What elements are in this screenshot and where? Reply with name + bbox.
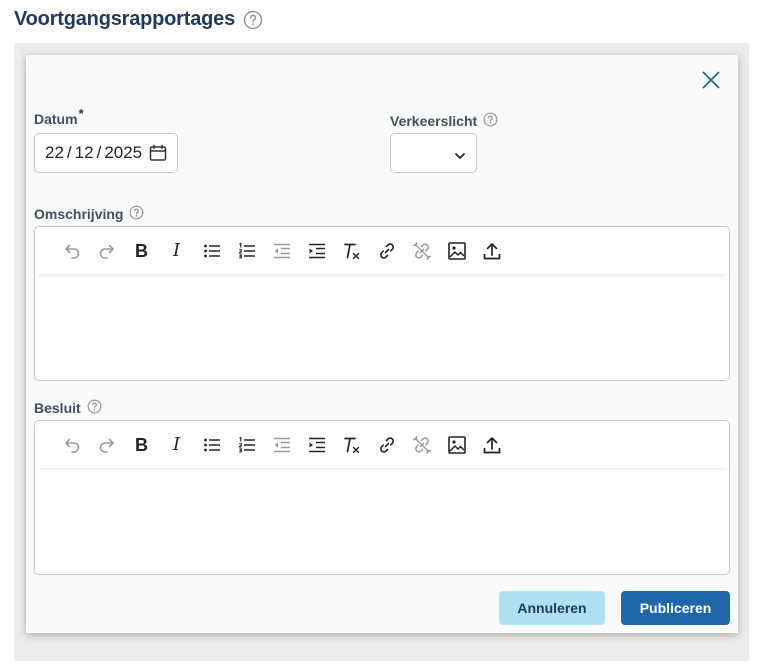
unlink-icon <box>412 241 431 261</box>
close-icon <box>702 71 720 89</box>
indent-icon <box>308 243 325 259</box>
italic-icon: I <box>172 434 181 455</box>
help-icon[interactable] <box>483 112 498 130</box>
clear-format-button[interactable] <box>334 236 369 266</box>
unlink-button[interactable] <box>404 236 439 266</box>
numbered-list-icon <box>238 436 255 453</box>
help-icon[interactable] <box>87 399 102 417</box>
traffic-light-select[interactable] <box>390 133 477 173</box>
page-header: Voortgangsrapportages <box>14 8 263 31</box>
description-label: Omschrijving <box>34 205 144 223</box>
required-marker: * <box>78 105 84 121</box>
clear-format-icon <box>343 243 359 260</box>
bold-icon: B <box>135 241 148 261</box>
indent-button[interactable] <box>299 236 334 266</box>
date-label: Datum * <box>34 105 84 128</box>
date-separator: / <box>66 143 72 162</box>
upload-icon <box>483 437 500 454</box>
undo-icon <box>64 438 79 453</box>
upload-icon <box>483 243 500 260</box>
page-title: Voortgangsrapportages <box>14 8 236 30</box>
indent-button[interactable] <box>299 430 334 460</box>
bullet-list-icon <box>203 244 220 258</box>
chevron-down-icon <box>454 148 466 166</box>
date-year[interactable]: 2025 <box>104 143 142 163</box>
italic-button[interactable]: I <box>159 430 194 460</box>
italic-icon: I <box>172 240 181 261</box>
editor-toolbar: B I <box>36 228 728 274</box>
editor-toolbar: B I <box>36 422 728 468</box>
image-button[interactable] <box>439 430 474 460</box>
redo-button[interactable] <box>89 236 124 266</box>
image-button[interactable] <box>439 236 474 266</box>
date-separator: / <box>96 143 102 162</box>
numbered-list-button[interactable] <box>229 430 264 460</box>
description-editor[interactable]: B I <box>34 226 730 381</box>
clear-format-button[interactable] <box>334 430 369 460</box>
redo-icon <box>99 438 114 453</box>
link-button[interactable] <box>369 430 404 460</box>
publish-button[interactable]: Publiceren <box>621 591 730 625</box>
bold-button[interactable]: B <box>124 430 159 460</box>
bullet-list-icon <box>203 438 220 452</box>
date-month[interactable]: 12 <box>75 143 94 163</box>
cancel-button[interactable]: Annuleren <box>499 591 605 625</box>
upload-button[interactable] <box>474 430 509 460</box>
unlink-button[interactable] <box>404 430 439 460</box>
decision-label: Besluit <box>34 399 102 417</box>
indent-icon <box>308 437 325 453</box>
redo-button[interactable] <box>89 430 124 460</box>
decision-text-area[interactable] <box>35 471 729 574</box>
upload-button[interactable] <box>474 236 509 266</box>
date-input[interactable]: 22 / 12 / 2025 <box>34 133 178 173</box>
unlink-icon <box>412 435 431 455</box>
image-icon <box>447 242 466 260</box>
outdent-button[interactable] <box>264 430 299 460</box>
outdent-icon <box>273 437 290 453</box>
numbered-list-icon <box>238 242 255 259</box>
traffic-light-label: Verkeerslicht <box>390 112 498 130</box>
undo-button[interactable] <box>54 236 89 266</box>
date-day[interactable]: 22 <box>45 143 64 163</box>
bullet-list-button[interactable] <box>194 236 229 266</box>
undo-icon <box>64 244 79 259</box>
bullet-list-button[interactable] <box>194 430 229 460</box>
outdent-button[interactable] <box>264 236 299 266</box>
italic-button[interactable]: I <box>159 236 194 266</box>
bold-button[interactable]: B <box>124 236 159 266</box>
close-button[interactable] <box>700 69 722 91</box>
numbered-list-button[interactable] <box>229 236 264 266</box>
redo-icon <box>99 244 114 259</box>
outdent-icon <box>273 243 290 259</box>
undo-button[interactable] <box>54 430 89 460</box>
calendar-icon[interactable] <box>149 144 167 167</box>
progress-report-form: Datum * 22 / 12 / 2025 Verkeerslicht Omsc… <box>26 55 738 633</box>
link-icon <box>379 437 394 453</box>
link-icon <box>379 243 394 259</box>
link-button[interactable] <box>369 236 404 266</box>
bold-icon: B <box>135 435 148 455</box>
help-icon[interactable] <box>243 10 263 30</box>
image-icon <box>447 436 466 454</box>
decision-editor[interactable]: B I <box>34 420 730 575</box>
help-icon[interactable] <box>129 205 144 223</box>
clear-format-icon <box>343 437 359 454</box>
description-text-area[interactable] <box>35 277 729 380</box>
